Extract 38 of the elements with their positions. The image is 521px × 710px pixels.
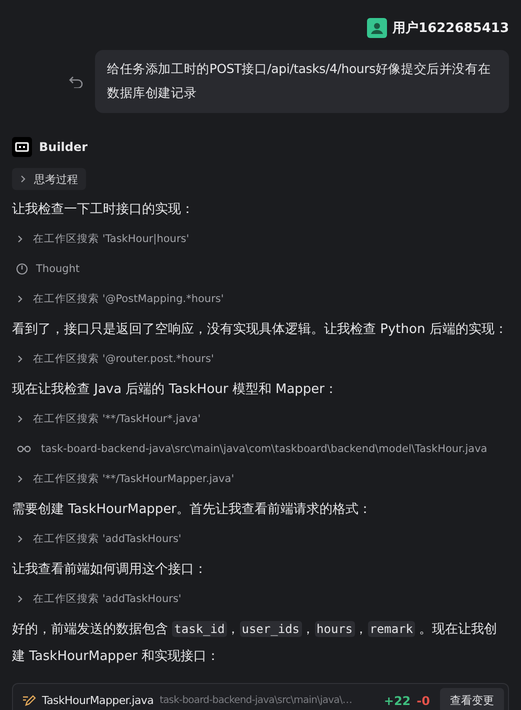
message-paragraph: 让我检查一下工时接口的实现： (12, 200, 195, 218)
removed-count: -0 (416, 694, 430, 708)
user-message: 给任务添加工时的POST接口/api/tasks/4/hours好像提交后并没有在数据库创建记录 (95, 50, 509, 113)
search-step[interactable]: 在工作区搜索 'TaskHour|hours' (33, 232, 190, 246)
chevron-icon (17, 415, 23, 423)
message-paragraph: 好的，前端发送的数据包含 task_id，user_ids，hours，remark 。现在让我创建 TaskHourMapper 和实现接口： (12, 620, 498, 666)
edit-icon (22, 694, 36, 706)
search-step[interactable]: 在工作区搜索 '@PostMapping.*hours' (33, 292, 224, 306)
file-step[interactable]: task-board-backend-java\src\main\java\com\taskboard\backend\model\TaskHour.java (41, 443, 488, 455)
user-name: 用户1622685413 (392, 20, 509, 37)
message-paragraph: 需要创建 TaskHourMapper。首先让我查看前端请求的格式： (12, 500, 373, 518)
file-name: TaskHourMapper.java (42, 694, 154, 707)
added-count: +22 (384, 694, 411, 708)
agent-name: Builder (39, 140, 88, 154)
chevron-icon (17, 355, 23, 363)
thinking-toggle[interactable]: 思考过程 (12, 168, 86, 190)
search-step[interactable]: 在工作区搜索 'addTaskHours' (33, 592, 182, 606)
chevron-icon (20, 175, 26, 183)
chevron-icon (17, 475, 23, 483)
view-changes-button[interactable]: 查看变更 (440, 688, 504, 710)
message-paragraph: 现在让我检查 Java 后端的 TaskHour 模型和 Mapper： (12, 380, 339, 398)
chevron-icon (17, 535, 23, 543)
thought-step: Thought (36, 263, 80, 275)
chevron-icon (17, 235, 23, 243)
glasses-icon (17, 445, 31, 453)
bot-icon (12, 137, 32, 157)
chevron-icon (17, 295, 23, 303)
search-step[interactable]: 在工作区搜索 'addTaskHours' (33, 532, 182, 546)
message-paragraph: 看到了，接口只是返回了空响应，没有实现具体逻辑。让我检查 Python 后端的实现： (12, 320, 508, 338)
chevron-icon (17, 595, 23, 603)
message-paragraph: 让我查看前端如何调用这个接口： (12, 560, 208, 578)
avatar-icon (366, 18, 387, 38)
clock-icon (16, 263, 28, 275)
undo-icon[interactable] (69, 76, 83, 88)
search-step[interactable]: 在工作区搜索 '**/TaskHourMapper.java' (33, 472, 234, 486)
search-step[interactable]: 在工作区搜索 '**/TaskHour*.java' (33, 412, 201, 426)
search-step[interactable]: 在工作区搜索 '@router.post.*hours' (33, 352, 214, 366)
file-path: task-board-backend-java\src\main\java\… (160, 695, 352, 706)
